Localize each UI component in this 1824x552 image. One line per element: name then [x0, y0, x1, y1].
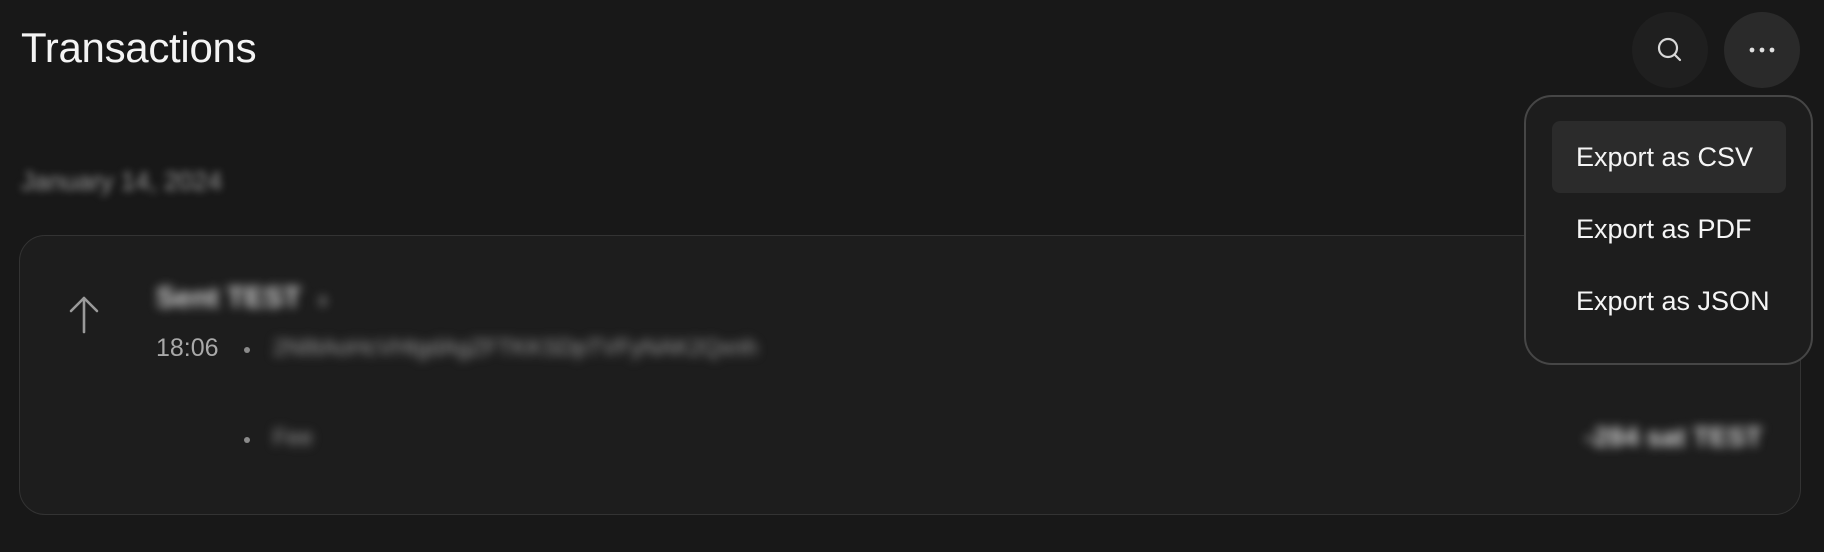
transaction-time: 18:06 [156, 334, 219, 362]
export-menu: Export as CSV Export as PDF Export as JS… [1524, 95, 1813, 365]
date-group-header: January 14, 2024 [21, 166, 222, 196]
chevron-right-icon: › [319, 287, 327, 312]
export-pdf-menu-item[interactable]: Export as PDF [1552, 193, 1786, 265]
arrow-up-icon [69, 296, 99, 334]
separator-dot [244, 347, 250, 353]
separator-dot [244, 437, 250, 443]
more-horizontal-icon [1749, 47, 1775, 53]
search-icon [1657, 37, 1682, 62]
fee-amount: -284 sat TEST [1584, 422, 1762, 452]
search-button[interactable] [1632, 12, 1708, 88]
transaction-title-text: Sent TEST [156, 282, 302, 314]
transaction-address: 2N8tAoHcVHtgdAgZFTKKSDpTVFyNAK2Qxnh [273, 334, 758, 360]
more-options-button[interactable] [1724, 12, 1800, 88]
fee-label: Fee [273, 424, 313, 450]
transaction-title[interactable]: Sent TEST › [156, 282, 326, 315]
export-csv-menu-item[interactable]: Export as CSV [1552, 121, 1786, 193]
export-json-menu-item[interactable]: Export as JSON [1552, 265, 1786, 337]
page-title: Transactions [21, 24, 257, 71]
transactions-page: Transactions January 14, 2024 Sent TEST … [0, 0, 1824, 552]
